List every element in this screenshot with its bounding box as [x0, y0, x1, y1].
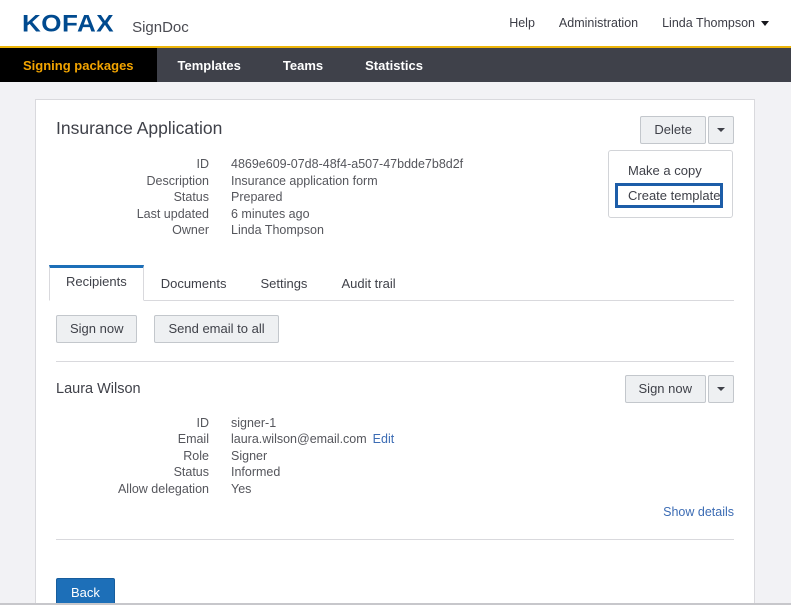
help-link[interactable]: Help	[509, 16, 535, 30]
separator	[56, 539, 734, 540]
detail-value: Insurance application form	[231, 173, 378, 190]
detail-row-signer-status: Status Informed	[56, 464, 734, 481]
detail-row-signer-id: ID signer-1	[56, 415, 734, 432]
recipient-sign-now-button[interactable]: Sign now	[625, 375, 706, 403]
detail-label: Allow delegation	[56, 481, 209, 498]
detail-value: laura.wilson@email.com	[231, 431, 367, 448]
detail-label: Last updated	[56, 206, 209, 223]
caret-down-icon	[717, 128, 725, 132]
detail-label: Description	[56, 173, 209, 190]
show-details-row: Show details	[56, 503, 734, 521]
nav-teams[interactable]: Teams	[262, 48, 344, 82]
tab-settings[interactable]: Settings	[243, 265, 324, 300]
tab-audit-trail[interactable]: Audit trail	[324, 265, 412, 300]
panel-header: Insurance Application Delete Make a copy…	[56, 116, 734, 144]
header-links: Help Administration Linda Thompson	[509, 16, 769, 30]
menu-item-create-template[interactable]: Create template	[615, 183, 723, 208]
nav-templates[interactable]: Templates	[157, 48, 262, 82]
detail-row-owner: Owner Linda Thompson	[56, 222, 734, 239]
detail-label: ID	[56, 156, 209, 173]
top-header: KOFAX SignDoc Help Administration Linda …	[0, 0, 791, 46]
recipients-actions: Sign now Send email to all	[56, 315, 734, 343]
show-details-link[interactable]: Show details	[663, 505, 734, 519]
recipient-sign-now-split-button: Sign now	[625, 375, 734, 403]
detail-value: Prepared	[231, 189, 282, 206]
page-content: Insurance Application Delete Make a copy…	[0, 82, 791, 605]
detail-value: 4869e609-07d8-48f4-a507-47bdde7b8d2f	[231, 156, 463, 173]
detail-label: Email	[56, 431, 209, 448]
recipient-header: Laura Wilson Sign now	[56, 375, 734, 403]
recipient-sign-now-dropdown-toggle[interactable]	[708, 375, 734, 403]
caret-down-icon	[761, 21, 769, 26]
footer-actions: Back	[56, 578, 734, 605]
nav-statistics[interactable]: Statistics	[344, 48, 444, 82]
detail-value: Informed	[231, 464, 280, 481]
detail-label: Status	[56, 189, 209, 206]
detail-label: Role	[56, 448, 209, 465]
main-navigation: Signing packages Templates Teams Statist…	[0, 46, 791, 82]
recipient-details: ID signer-1 Email laura.wilson@email.com…	[56, 415, 734, 498]
sign-now-all-button[interactable]: Sign now	[56, 315, 137, 343]
detail-label: ID	[56, 415, 209, 432]
package-tabs: Recipients Documents Settings Audit trai…	[49, 265, 734, 301]
back-button[interactable]: Back	[56, 578, 115, 605]
detail-value: Signer	[231, 448, 267, 465]
delete-split-button: Delete Make a copy Create template	[640, 116, 734, 144]
product-name: SignDoc	[132, 19, 189, 36]
send-email-to-all-button[interactable]: Send email to all	[154, 315, 278, 343]
detail-value: Yes	[231, 481, 251, 498]
administration-link[interactable]: Administration	[559, 16, 638, 30]
delete-dropdown-toggle[interactable]	[708, 116, 734, 144]
detail-value: Linda Thompson	[231, 222, 324, 239]
detail-value: signer-1	[231, 415, 276, 432]
detail-row-email: Email laura.wilson@email.com Edit	[56, 431, 734, 448]
kofax-logo: KOFAX	[22, 9, 114, 38]
page-title: Insurance Application	[56, 116, 222, 139]
user-name: Linda Thompson	[662, 16, 755, 30]
recipient-name: Laura Wilson	[56, 375, 141, 397]
nav-signing-packages[interactable]: Signing packages	[0, 48, 157, 82]
detail-row-role: Role Signer	[56, 448, 734, 465]
recipient-card: Laura Wilson Sign now ID signer-1 Email …	[56, 375, 734, 522]
delete-dropdown-menu: Make a copy Create template	[608, 150, 733, 218]
tab-recipients[interactable]: Recipients	[49, 265, 144, 301]
user-menu[interactable]: Linda Thompson	[662, 16, 769, 30]
delete-button[interactable]: Delete	[640, 116, 706, 144]
brand: KOFAX SignDoc	[22, 8, 189, 39]
signing-package-panel: Insurance Application Delete Make a copy…	[35, 99, 755, 605]
edit-email-link[interactable]: Edit	[373, 431, 395, 448]
detail-value: 6 minutes ago	[231, 206, 310, 223]
separator	[56, 361, 734, 362]
detail-row-allow-delegation: Allow delegation Yes	[56, 481, 734, 498]
detail-label: Owner	[56, 222, 209, 239]
menu-item-make-a-copy[interactable]: Make a copy	[609, 159, 732, 182]
tab-documents[interactable]: Documents	[144, 265, 244, 300]
detail-label: Status	[56, 464, 209, 481]
caret-down-icon	[717, 387, 725, 391]
